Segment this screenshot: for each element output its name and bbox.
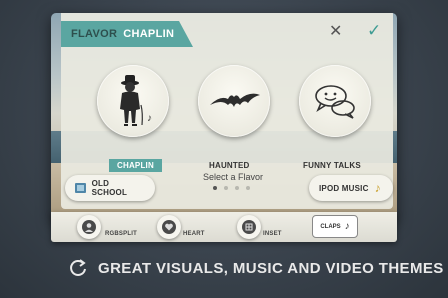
pager-dot[interactable] xyxy=(235,186,239,190)
current-flavor-name: CHAPLIN xyxy=(123,28,175,40)
feature-caption: GREAT VISUALS, MUSIC AND VIDEO THEMES xyxy=(68,258,444,278)
grid-icon xyxy=(242,220,256,234)
music-note-icon: ♪ xyxy=(374,181,381,195)
heart-icon xyxy=(162,220,176,234)
theme-rgbsplit-label: RGBSPLIT xyxy=(105,231,137,237)
pager-dot[interactable] xyxy=(224,186,228,190)
old-school-label: OLD SCHOOL xyxy=(91,179,128,197)
ipod-music-label: IPOD MUSIC xyxy=(319,183,369,193)
flavor-funny-talks-button[interactable] xyxy=(299,65,371,137)
refresh-icon xyxy=(70,259,86,276)
flavor-chaplin-label[interactable]: CHAPLIN xyxy=(109,159,162,172)
theme-strip: RGBSPLIT HEART INSET CLAPS ♪ xyxy=(51,212,397,242)
theme-rgbsplit-button[interactable] xyxy=(77,215,101,239)
chaplin-icon: ♪ xyxy=(120,75,152,126)
flavor-heading: FLAVOR xyxy=(71,28,118,40)
select-flavor-prompt: Select a Flavor xyxy=(202,172,264,182)
flavor-haunted-button[interactable] xyxy=(198,65,270,137)
svg-text:♪: ♪ xyxy=(147,113,152,124)
check-icon[interactable]: ✓ xyxy=(367,22,381,39)
flavor-funny-talks-label[interactable]: FUNNY TALKS xyxy=(303,161,361,170)
person-icon xyxy=(82,220,96,234)
speech-bubbles-icon xyxy=(315,85,355,119)
film-icon xyxy=(75,183,86,193)
close-icon[interactable]: ✕ xyxy=(329,24,342,40)
pager-dot[interactable] xyxy=(246,186,250,190)
flavor-title-tab: FLAVOR CHAPLIN xyxy=(61,21,193,47)
bat-icon xyxy=(210,93,260,107)
ipod-music-button[interactable]: IPOD MUSIC ♪ xyxy=(309,175,393,201)
pager-dot-active[interactable] xyxy=(213,186,217,190)
theme-heart-label: HEART xyxy=(183,231,205,237)
old-school-button[interactable]: OLD SCHOOL xyxy=(65,175,155,201)
flavor-haunted-label[interactable]: HAUNTED xyxy=(209,161,250,170)
theme-inset-button[interactable] xyxy=(237,215,261,239)
music-note-icon: ♪ xyxy=(344,220,350,232)
theme-claps-label: CLAPS xyxy=(320,223,341,230)
theme-claps-button[interactable]: CLAPS ♪ xyxy=(312,215,358,238)
pager-dots xyxy=(213,186,250,190)
flavor-chaplin-button[interactable]: ♪ xyxy=(97,65,169,137)
caption-text: GREAT VISUALS, MUSIC AND VIDEO THEMES xyxy=(98,259,444,277)
theme-heart-button[interactable] xyxy=(157,215,181,239)
flavor-panel: FLAVOR CHAPLIN ✕ ✓ ♪ CHAPLIN HAUNTED FUN… xyxy=(61,13,393,209)
app-screen: FLAVOR CHAPLIN ✕ ✓ ♪ CHAPLIN HAUNTED FUN… xyxy=(51,13,397,222)
theme-inset-label: INSET xyxy=(263,231,282,237)
